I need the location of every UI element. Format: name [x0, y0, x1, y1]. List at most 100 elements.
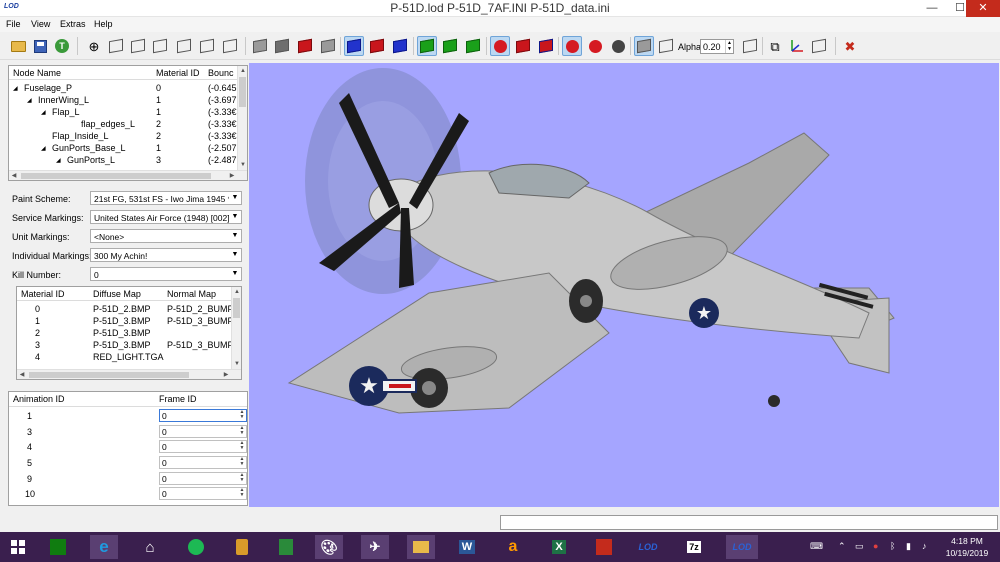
home-icon[interactable]: ⌂ — [136, 535, 164, 559]
texture-t-icon[interactable]: T — [52, 36, 72, 56]
frame-id-spinner[interactable]: ▲ ▼ — [238, 488, 246, 499]
solid-dark-cube-icon[interactable] — [272, 36, 292, 56]
minimize-button[interactable]: — — [918, 0, 946, 17]
green-red-cube-icon[interactable] — [417, 36, 437, 56]
7zip-icon[interactable]: 7z — [680, 535, 708, 559]
node-tree[interactable]: Node Name Material ID Bounc ◢ Fuselage_P… — [8, 65, 248, 181]
3d-viewport[interactable]: ★ ★ — [249, 63, 999, 507]
excel-icon[interactable]: X — [545, 535, 573, 559]
lod-tool-active-icon[interactable]: LOD — [726, 535, 758, 559]
materials-vertical-scrollbar[interactable]: ▲ ▼ — [231, 287, 241, 369]
wire-cube-icon[interactable] — [106, 36, 126, 56]
screenshot-icon[interactable]: ⧉ — [765, 36, 785, 56]
red-bug-icon[interactable] — [585, 36, 605, 56]
grey-bug-icon[interactable] — [608, 36, 628, 56]
expand-arrow-icon[interactable]: ◢ — [13, 85, 18, 92]
kill-number-select[interactable]: 0 ▼ — [90, 267, 242, 281]
frame-id-spinner[interactable]: ▲ ▼ — [238, 426, 246, 437]
col-animation-id[interactable]: Animation ID — [13, 394, 65, 404]
keyboard-icon[interactable]: ⌨ — [810, 541, 823, 552]
tree-horizontal-scrollbar[interactable]: ◀ ▶ — [9, 170, 247, 180]
chevron-down-icon[interactable]: ▼ — [229, 230, 241, 242]
materials-list[interactable]: Material ID Diffuse Map Normal Map 0 P-5… — [16, 286, 242, 380]
close-button[interactable]: ✕ — [966, 0, 1000, 17]
menu-file[interactable]: File — [6, 19, 21, 29]
tree-vertical-scrollbar[interactable]: ▲ ▼ — [237, 66, 247, 170]
chevron-down-icon[interactable]: ▼ — [229, 192, 241, 204]
zoom-view-icon[interactable]: ⊕ — [84, 36, 104, 56]
menu-extras[interactable]: Extras — [60, 19, 86, 29]
tree-row[interactable]: ◢ Fuselage_P 0 (-0.645 — [9, 83, 239, 95]
material-row[interactable]: 0 P-51D_2.BMP P-51D_2_BUMP. — [17, 304, 235, 316]
service-markings-select[interactable]: United States Air Force (1948) [002] ▼ — [90, 210, 242, 224]
red-wire-cube-icon[interactable] — [367, 36, 387, 56]
chevron-down-icon[interactable]: ▼ — [229, 268, 241, 280]
menu-help[interactable]: Help — [94, 19, 113, 29]
green-cube-icon[interactable] — [440, 36, 460, 56]
tree-row[interactable]: flap_edges_L 2 (-3.33€ — [9, 119, 239, 131]
wire-box-icon[interactable] — [656, 36, 676, 56]
fighter-jet-icon[interactable]: ✈ — [361, 535, 389, 559]
wire-cube-icon[interactable] — [128, 36, 148, 56]
wire-cube-icon[interactable] — [197, 36, 217, 56]
blue-wire-cube-icon[interactable] — [344, 36, 364, 56]
red-cube-icon[interactable] — [295, 36, 315, 56]
col-material-id[interactable]: Material ID — [21, 289, 65, 299]
individual-markings-select[interactable]: 300 My Achin! ▼ — [90, 248, 242, 262]
unit-markings-select[interactable]: <None> ▼ — [90, 229, 242, 243]
spotify-icon[interactable] — [182, 535, 210, 559]
frame-id-spinner[interactable]: ▲ ▼ — [238, 410, 246, 421]
tree-row[interactable]: ◢ GunPorts_Base_L 1 (-2.507 — [9, 143, 239, 155]
tree-row[interactable]: ◢ InnerWing_L 1 (-3.697 — [9, 95, 239, 107]
wire-cube-icon[interactable] — [150, 36, 170, 56]
frame-id-input[interactable]: 0 ▲ ▼ — [159, 440, 247, 453]
col-node-name[interactable]: Node Name — [13, 68, 61, 78]
red-ball-icon[interactable] — [562, 36, 582, 56]
material-row[interactable]: 1 P-51D_3.BMP P-51D_3_BUMP. — [17, 316, 235, 328]
materials-horizontal-scrollbar[interactable]: ◀ ▶ — [17, 369, 241, 379]
volume-icon[interactable]: ♪ — [922, 541, 927, 551]
windows-start-icon[interactable] — [4, 535, 32, 559]
wire-box-icon[interactable] — [740, 36, 760, 56]
alpha-input[interactable]: 0.20 ▲ ▼ — [700, 39, 734, 54]
axes-icon[interactable] — [787, 36, 807, 56]
status-field[interactable] — [500, 515, 998, 530]
chevron-up-icon[interactable]: ⌃ — [838, 541, 846, 552]
material-row[interactable]: 3 P-51D_3.BMP P-51D_3_BUMP. — [17, 340, 235, 352]
calculator-icon[interactable] — [272, 535, 300, 559]
store-icon[interactable] — [44, 535, 72, 559]
frame-id-input[interactable]: 0 ▲ ▼ — [159, 456, 247, 469]
acrobat-icon[interactable] — [590, 535, 618, 559]
col-frame-id[interactable]: Frame ID — [159, 394, 197, 404]
frame-id-spinner[interactable]: ▲ ▼ — [238, 473, 246, 484]
col-diffuse-map[interactable]: Diffuse Map — [93, 289, 141, 299]
save-disk-icon[interactable] — [30, 36, 50, 56]
wire-box-icon[interactable] — [809, 36, 829, 56]
tools-icon[interactable]: ✖ — [840, 36, 860, 56]
color-cube-icon[interactable] — [536, 36, 556, 56]
red-sphere-icon[interactable] — [490, 36, 510, 56]
red-gem-icon[interactable] — [513, 36, 533, 56]
system-clock[interactable]: 4:18 PM 10/19/2019 — [942, 535, 992, 559]
chevron-down-icon[interactable]: ▼ — [229, 211, 241, 223]
expand-arrow-icon[interactable]: ◢ — [27, 97, 32, 104]
material-row[interactable]: 4 RED_LIGHT.TGA — [17, 352, 231, 364]
chevron-down-icon[interactable]: ▼ — [229, 249, 241, 261]
solid-grey-cube-icon[interactable] — [250, 36, 270, 56]
col-material-id[interactable]: Material ID — [156, 68, 200, 78]
alpha-spinner[interactable]: ▲ ▼ — [725, 40, 733, 53]
col-normal-map[interactable]: Normal Map — [167, 289, 216, 299]
grey-cube-icon[interactable] — [318, 36, 338, 56]
frame-id-spinner[interactable]: ▲ ▼ — [238, 441, 246, 452]
green-solid-cube-icon[interactable] — [463, 36, 483, 56]
network-icon[interactable]: ▮ — [906, 541, 911, 552]
blue-solid-cube-icon[interactable] — [390, 36, 410, 56]
frame-id-input[interactable]: 0 ▲ ▼ — [159, 409, 247, 422]
wire-cube-icon[interactable] — [220, 36, 240, 56]
grey-box-icon[interactable] — [634, 36, 654, 56]
col-bounds[interactable]: Bounc — [208, 68, 234, 78]
antivirus-icon[interactable]: ● — [873, 541, 878, 551]
expand-arrow-icon[interactable]: ◢ — [41, 145, 46, 152]
frame-id-input[interactable]: 0 ▲ ▼ — [159, 425, 247, 438]
tree-row[interactable]: Flap_Inside_L 2 (-3.33€ — [9, 131, 239, 143]
